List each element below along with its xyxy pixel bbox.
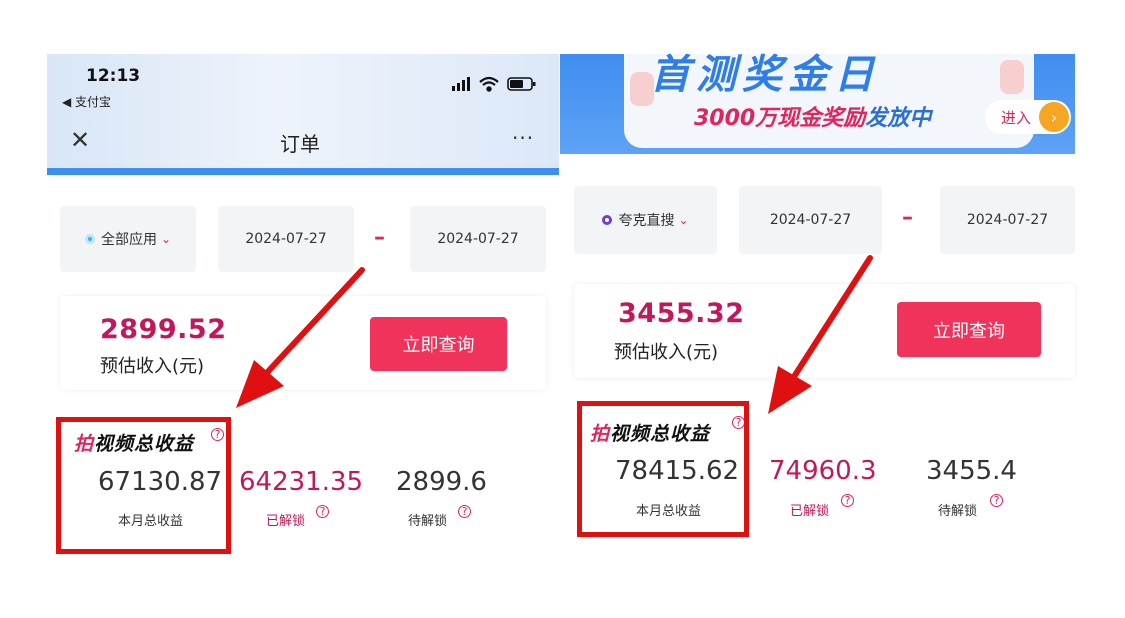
- annotation-arrows: [236, 255, 873, 414]
- red-arrow-icon: [236, 267, 365, 408]
- red-arrow-icon: [768, 255, 873, 414]
